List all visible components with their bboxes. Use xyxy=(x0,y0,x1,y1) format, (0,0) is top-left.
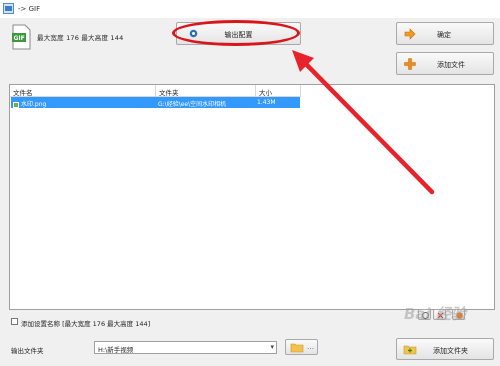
title-bar: -> GIF xyxy=(0,0,500,18)
output-folder-select[interactable]: H:\新手视频 ▾ xyxy=(94,341,277,354)
column-header-folder[interactable]: 文件夹 xyxy=(156,85,256,97)
app-icon xyxy=(3,3,14,14)
baidu-watermark: Bai 经验 xyxy=(404,305,466,323)
folder-icon xyxy=(290,343,304,353)
add-folder-icon xyxy=(403,345,417,355)
add-folder-button[interactable]: 添加文件夹 xyxy=(396,338,494,360)
gif-format-icon: GIF xyxy=(12,24,31,50)
plus-icon xyxy=(404,58,416,70)
svg-text:GIF: GIF xyxy=(14,35,25,42)
output-folder-label: 输出文件夹 xyxy=(11,347,44,355)
annotation-ellipse xyxy=(172,20,300,46)
add-folder-label: 添加文件夹 xyxy=(433,347,468,355)
image-file-icon xyxy=(13,101,19,108)
max-dimensions-text: 最大宽度 176 最大高度 144 xyxy=(37,34,124,42)
column-header-size[interactable]: 大小 xyxy=(256,85,301,97)
browse-folder-button[interactable]: … xyxy=(285,339,318,355)
file-size-cell: 1.43M xyxy=(257,99,276,106)
output-folder-value: H:\新手视频 xyxy=(98,346,134,354)
arrow-right-icon xyxy=(404,28,416,40)
more-dots-icon: … xyxy=(307,343,314,351)
file-name-text: 水印.png xyxy=(21,101,47,108)
confirm-label: 确定 xyxy=(437,31,451,39)
add-file-label: 添加文件 xyxy=(437,61,465,69)
file-folder-cell: G:\经验\ee\空间水印相机 xyxy=(158,101,227,108)
add-settings-name-checkbox[interactable] xyxy=(11,318,18,325)
add-settings-name-label: 添加设置名称 [最大宽度 176 最大高度 144] xyxy=(21,320,151,328)
file-list[interactable]: 文件名 文件夹 大小 水印.png G:\经验\ee\空间水印相机 1.43M xyxy=(9,84,495,310)
window-title: -> GIF xyxy=(18,5,41,13)
chevron-down-icon: ▾ xyxy=(270,343,274,351)
file-name-cell: 水印.png xyxy=(13,99,46,108)
confirm-button[interactable]: 确定 xyxy=(396,22,494,45)
table-row[interactable]: 水印.png G:\经验\ee\空间水印相机 1.43M xyxy=(11,97,300,108)
add-file-button[interactable]: 添加文件 xyxy=(396,52,494,75)
column-header-name[interactable]: 文件名 xyxy=(10,85,156,97)
